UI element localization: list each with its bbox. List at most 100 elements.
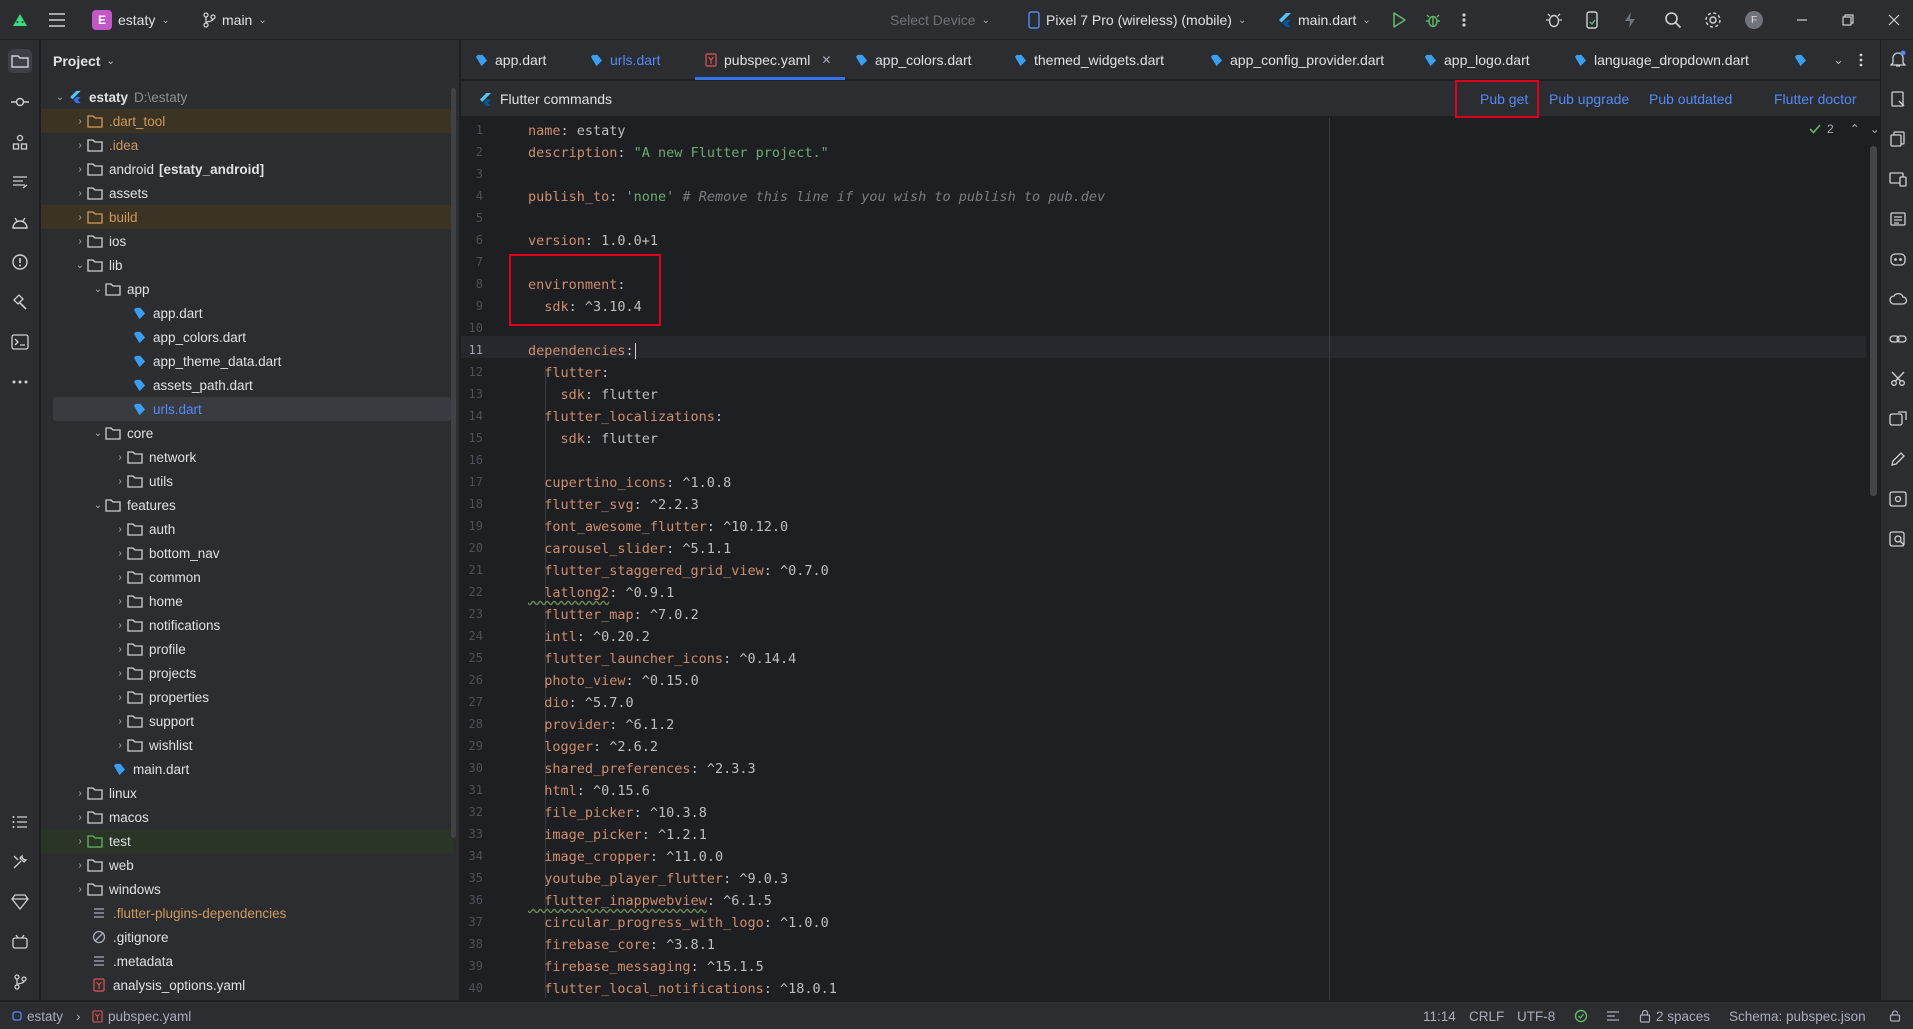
commit-icon[interactable] — [8, 90, 32, 114]
preview-eye-icon[interactable] — [1887, 488, 1909, 510]
layout-inspector-icon[interactable] — [1887, 208, 1909, 230]
pub-upgrade-link[interactable]: Pub upgrade — [1549, 81, 1629, 117]
project-folder-icon[interactable] — [8, 49, 32, 73]
tree-item-flutter-plugins-dependencies[interactable]: .flutter-plugins-dependencies — [41, 901, 453, 925]
device-manager-icon[interactable] — [1585, 0, 1599, 40]
settings-gear-icon[interactable] — [1704, 0, 1722, 40]
tab-list-chevron-icon[interactable]: ⌄ — [1833, 40, 1844, 80]
tree-item-home[interactable]: › home — [41, 589, 453, 613]
hot-reload-icon[interactable] — [1624, 0, 1636, 40]
tree-item-common[interactable]: › common — [41, 565, 453, 589]
structure-icon[interactable] — [8, 130, 32, 154]
pub-outdated-link[interactable]: Pub outdated — [1649, 81, 1732, 117]
tree-item-app[interactable]: ⌄ app — [41, 277, 453, 301]
chevron-down-icon[interactable]: ⌄ — [1870, 122, 1880, 136]
breadcrumb-file[interactable]: pubspec.yaml — [92, 1002, 191, 1029]
editor-scrollbar[interactable] — [1870, 146, 1877, 496]
gem-icon[interactable] — [8, 890, 32, 914]
tab-app-colors-dart[interactable]: app_colors.dart — [855, 40, 972, 80]
run-button[interactable] — [1392, 0, 1406, 40]
chevron-up-icon[interactable]: ⌃ — [1850, 122, 1860, 136]
tree-item-ios[interactable]: › ios — [41, 229, 453, 253]
indent-setting[interactable]: 2 spaces — [1639, 1002, 1710, 1029]
inspect-code-icon[interactable] — [1887, 528, 1909, 550]
tree-item-analysis-options[interactable]: analysis_options.yaml — [41, 973, 453, 997]
tree-item-lib[interactable]: ⌄ lib — [41, 253, 453, 277]
readonly-toggle-icon[interactable] — [1889, 1002, 1901, 1029]
tree-item-test[interactable]: › test — [41, 829, 453, 853]
tree-item-properties[interactable]: › properties — [41, 685, 453, 709]
tab-pubspec-yaml[interactable]: pubspec.yaml ✕ — [694, 40, 846, 80]
tree-item-assets-path-dart[interactable]: assets_path.dart — [41, 373, 453, 397]
tree-item-main-dart[interactable]: main.dart — [41, 757, 453, 781]
minimize-icon[interactable] — [1796, 0, 1808, 40]
tab-language-dropdown-dart[interactable]: language_dropdown.dart — [1574, 40, 1749, 80]
project-switcher[interactable]: E estaty ⌄ — [92, 0, 170, 40]
tree-item-app-theme-data-dart[interactable]: app_theme_data.dart — [41, 349, 453, 373]
tree-item-profile[interactable]: › profile — [41, 637, 453, 661]
restore-icon[interactable] — [1842, 0, 1854, 40]
git-icon[interactable] — [8, 970, 32, 994]
vcs-status-icon[interactable] — [1574, 1002, 1588, 1029]
todo-list-icon[interactable] — [8, 810, 32, 834]
notifications-bell-icon[interactable] — [1887, 48, 1909, 70]
tree-item-features[interactable]: ⌄ features — [41, 493, 453, 517]
tree-item-windows[interactable]: › windows — [41, 877, 453, 901]
tree-item-assets[interactable]: › assets — [41, 181, 453, 205]
tree-item-dart-tool[interactable]: › .dart_tool — [41, 109, 453, 133]
problems-icon[interactable] — [8, 250, 32, 274]
target-device-selector[interactable]: Pixel 7 Pro (wireless) (mobile) ⌄ — [1028, 0, 1246, 40]
link-chain-icon[interactable] — [1887, 328, 1909, 350]
tree-item-support[interactable]: › support — [41, 709, 453, 733]
tab-app-config-provider-dart[interactable]: app_config_provider.dart — [1210, 40, 1384, 80]
gradle-icon[interactable] — [1887, 88, 1909, 110]
caret-position[interactable]: 11:14 — [1423, 1002, 1456, 1029]
gemini-assistant-icon[interactable] — [1887, 248, 1909, 270]
main-menu-icon[interactable] — [48, 0, 66, 40]
more-tools-icon[interactable] — [8, 370, 32, 394]
tree-item-bottom-nav[interactable]: › bottom_nav — [41, 541, 453, 565]
close-tab-icon[interactable]: ✕ — [821, 53, 831, 67]
tree-item-macos[interactable]: › macos — [41, 805, 453, 829]
tree-item-core[interactable]: ⌄ core — [41, 421, 453, 445]
running-devices-icon[interactable] — [1887, 168, 1909, 190]
tree-item-gitignore[interactable]: .gitignore — [41, 925, 453, 949]
tree-item-utils[interactable]: › utils — [41, 469, 453, 493]
close-icon[interactable] — [1888, 0, 1900, 40]
tree-item-wishlist[interactable]: › wishlist — [41, 733, 453, 757]
tab-urls-dart[interactable]: urls.dart — [590, 40, 661, 80]
project-panel-header[interactable]: Project ⌄ — [41, 40, 459, 82]
tree-item-urls-dart[interactable]: urls.dart — [53, 397, 451, 421]
app-inspection-icon[interactable] — [8, 930, 32, 954]
tree-item-app-dart[interactable]: app.dart — [41, 301, 453, 325]
json-schema[interactable]: Schema: pubspec.json — [1729, 1002, 1866, 1029]
tab-app-logo-dart[interactable]: app_logo.dart — [1424, 40, 1530, 80]
format-lines-icon[interactable] — [1606, 1002, 1620, 1029]
device-selector[interactable]: Select Device ⌄ — [890, 0, 990, 40]
android-icon[interactable] — [8, 210, 32, 234]
tree-item-idea[interactable]: › .idea — [41, 133, 453, 157]
services-icon[interactable] — [8, 850, 32, 874]
inspection-widget[interactable]: 2 ⌃ ⌄ — [1809, 122, 1880, 136]
line-ending[interactable]: CRLF — [1469, 1002, 1504, 1029]
tree-item-network[interactable]: › network — [41, 445, 453, 469]
flutter-doctor-link[interactable]: Flutter doctor — [1774, 81, 1856, 117]
tree-item-auth[interactable]: › auth — [41, 517, 453, 541]
search-icon[interactable] — [1664, 0, 1682, 40]
code-editor[interactable]: 1 2 3 4 5 6 7 8 9 10 11 12 13 14 15 16 17 18 19 20 21 22 23 24 2… — [461, 118, 1880, 1000]
pen-edit-icon[interactable] — [1887, 448, 1909, 470]
file-encoding[interactable]: UTF-8 — [1517, 1002, 1555, 1029]
build-hammer-icon[interactable] — [8, 290, 32, 314]
debug-button[interactable] — [1425, 0, 1441, 40]
tree-item-build[interactable]: › build — [41, 205, 453, 229]
tree-item-web[interactable]: › web — [41, 853, 453, 877]
overflow-dart-file-icon[interactable] — [1794, 40, 1807, 80]
tree-item-linux[interactable]: › linux — [41, 781, 453, 805]
project-scrollbar[interactable] — [451, 88, 456, 838]
tab-options-icon[interactable] — [1859, 40, 1863, 80]
tab-app-dart[interactable]: app.dart — [475, 40, 546, 80]
more-actions-icon[interactable] — [1462, 0, 1466, 40]
tree-item-android[interactable]: › android [estaty_android] — [41, 157, 453, 181]
tree-item-app-colors-dart[interactable]: app_colors.dart — [41, 325, 453, 349]
tree-item-metadata[interactable]: .metadata — [41, 949, 453, 973]
